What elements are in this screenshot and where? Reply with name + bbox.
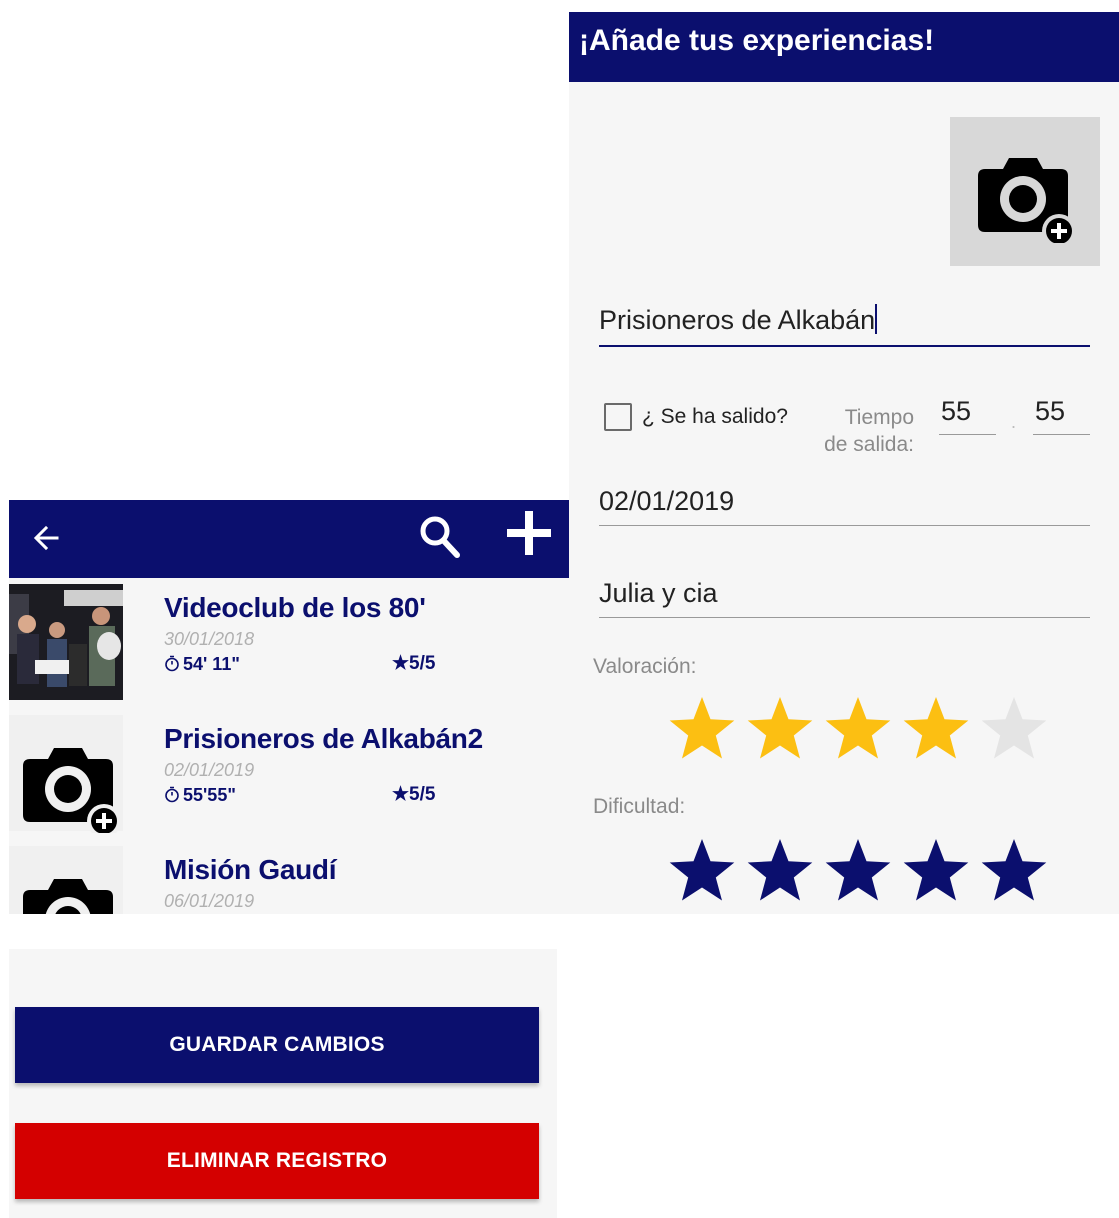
date-input-value: 02/01/2019: [599, 486, 735, 516]
name-input-value: Prisioneros de Alkabán: [599, 305, 876, 335]
experience-score-value: 5/5: [409, 653, 436, 674]
date-input[interactable]: 02/01/2019: [599, 486, 1090, 528]
star-icon: ★: [392, 653, 410, 674]
experience-date: 02/01/2019: [164, 760, 255, 780]
exit-seconds-input[interactable]: 55: [1033, 396, 1090, 436]
search-icon[interactable]: [417, 512, 463, 562]
rating-label: Valoración:: [593, 655, 697, 678]
experience-time: 54' 11": [164, 654, 240, 675]
name-input[interactable]: Prisioneros de Alkabán: [599, 304, 1090, 348]
rating-star-1[interactable]: [667, 694, 737, 764]
companions-input-underline: [599, 617, 1090, 618]
experience-time-value: 54' 11": [183, 654, 240, 674]
difficulty-bar[interactable]: [667, 836, 1049, 906]
date-input-underline: [599, 525, 1090, 526]
experience-time-value: 55'55": [183, 785, 236, 805]
delete-record-button[interactable]: ELIMINAR REGISTRO: [15, 1123, 539, 1199]
difficulty-star-5[interactable]: [979, 836, 1049, 906]
rating-star-3[interactable]: [823, 694, 893, 764]
exit-seconds-underline: [1033, 434, 1090, 435]
experience-score: ★5/5: [392, 652, 435, 675]
experience-photo-placeholder: [9, 715, 123, 833]
companions-input[interactable]: Julia y cia: [599, 578, 1090, 620]
difficulty-star-2[interactable]: [745, 836, 815, 906]
group-photo-image: [9, 584, 123, 700]
exit-time-label-line1: Tiempo: [844, 406, 914, 429]
exit-minutes-underline: [939, 434, 996, 435]
exit-seconds-value: 55: [1035, 396, 1066, 426]
exit-minutes-value: 55: [941, 396, 972, 426]
add-experience-screen: ¡Añade tus experiencias! Prisioneros de …: [569, 12, 1119, 914]
experience-photo: [9, 584, 123, 700]
experience-title: Prisioneros de Alkabán2: [164, 723, 483, 754]
companions-input-value: Julia y cia: [599, 578, 718, 608]
experience-photo-placeholder: [9, 846, 123, 914]
experience-time: 55'55": [164, 785, 236, 806]
experience-list-item[interactable]: Misión Gaudí 06/01/2019: [9, 846, 569, 914]
save-changes-button[interactable]: GUARDAR CAMBIOS: [15, 1007, 539, 1083]
edit-actions: GUARDAR CAMBIOS ELIMINAR REGISTRO: [9, 949, 557, 1218]
name-input-underline: [599, 345, 1090, 347]
rating-star-2[interactable]: [745, 694, 815, 764]
difficulty-star-3[interactable]: [823, 836, 893, 906]
experience-date: 30/01/2018: [164, 629, 255, 649]
experience-list-item[interactable]: Prisioneros de Alkabán2 02/01/2019 55'55…: [9, 715, 569, 846]
exit-minutes-input[interactable]: 55: [939, 396, 996, 436]
experience-title: Videoclub de los 80': [164, 592, 426, 623]
experience-score: ★5/5: [392, 783, 435, 806]
time-separator: .: [1011, 412, 1017, 432]
exit-time-label-line2: de salida:: [824, 433, 914, 456]
difficulty-star-1[interactable]: [667, 836, 737, 906]
add-photo-button[interactable]: [950, 117, 1100, 266]
add-icon[interactable]: [504, 507, 554, 559]
stopwatch-icon: [165, 655, 179, 672]
back-arrow-icon[interactable]: [31, 518, 61, 558]
stopwatch-icon: [165, 786, 179, 803]
exit-time-label: Tiempo de salida:: [812, 404, 914, 458]
text-cursor: [875, 304, 878, 334]
difficulty-label: Dificultad:: [593, 795, 686, 818]
app-bar: ¡Añade tus experiencias!: [569, 12, 1119, 82]
experience-title: Misión Gaudí: [164, 854, 337, 885]
exit-checkbox-label: ¿ Se ha salido?: [642, 405, 788, 428]
add-a-photo-icon: [978, 158, 1074, 243]
list-toolbar: [9, 500, 569, 578]
rating-bar[interactable]: [667, 694, 1049, 764]
screen-title: ¡Añade tus experiencias!: [579, 24, 935, 57]
exit-checkbox[interactable]: [604, 403, 632, 431]
experience-score-value: 5/5: [409, 784, 436, 805]
experience-list-item[interactable]: Videoclub de los 80' 30/01/2018 54' 11" …: [9, 584, 569, 715]
rating-star-4[interactable]: [901, 694, 971, 764]
add-a-photo-icon: [23, 879, 113, 914]
experience-date: 06/01/2019: [164, 891, 255, 911]
difficulty-star-4[interactable]: [901, 836, 971, 906]
star-icon: ★: [392, 784, 410, 805]
rating-star-5[interactable]: [979, 694, 1049, 764]
experience-list-screen: Videoclub de los 80' 30/01/2018 54' 11" …: [9, 500, 569, 914]
add-a-photo-icon: [23, 748, 119, 833]
